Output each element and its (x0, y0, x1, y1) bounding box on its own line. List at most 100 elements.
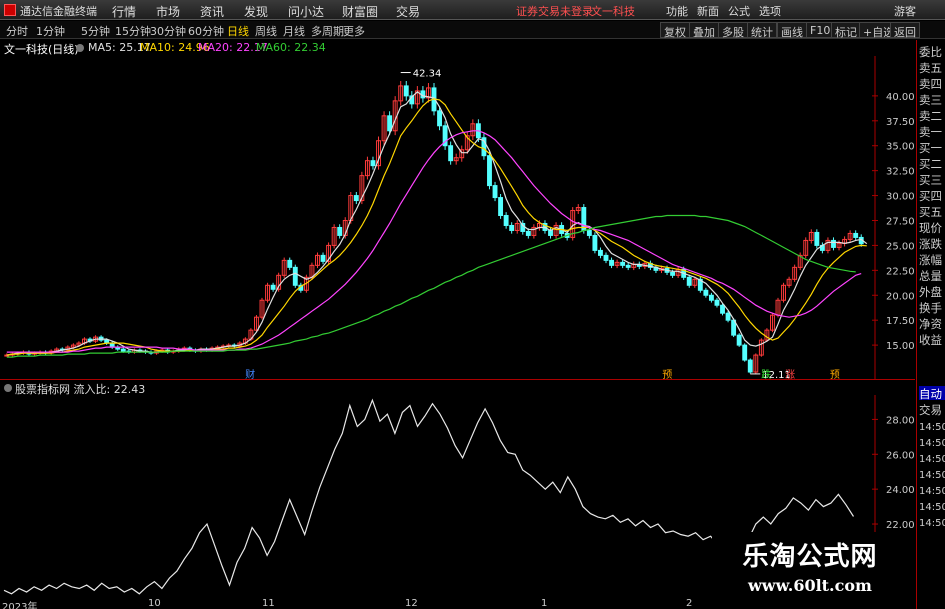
menu-new-page[interactable]: 新面 (697, 3, 719, 19)
overlay-button[interactable]: 叠加 (689, 22, 719, 39)
period-15min[interactable]: 15分钟 (115, 23, 151, 39)
period-monthly[interactable]: 月线 (283, 23, 305, 39)
menu-discover[interactable]: 发现 (244, 3, 268, 20)
app-logo-icon (4, 4, 16, 16)
period-more[interactable]: 更多 (343, 23, 365, 39)
period-30min[interactable]: 30分钟 (150, 23, 186, 39)
period-toolbar: 分时 1分钟 5分钟 15分钟 30分钟 60分钟 日线 周线 月线 多周期 更… (0, 21, 945, 39)
login-notice[interactable]: 证券交易未登录 (516, 3, 593, 19)
period-daily[interactable]: 日线 (227, 23, 249, 39)
statistics-button[interactable]: 统计 (747, 22, 777, 39)
candle-body (853, 232, 859, 238)
menu-options[interactable]: 选项 (759, 3, 781, 19)
y-tick-label: 20.00 (886, 291, 915, 302)
candle-body (720, 304, 725, 314)
quote-field[interactable]: 委比 (919, 44, 945, 58)
y-tick-label: 27.50 (886, 216, 915, 227)
y-tick-label: 32.50 (886, 167, 915, 178)
quote-field[interactable]: 买五 (919, 204, 945, 218)
ma60-label: MA60: 22.34 (256, 41, 326, 54)
y-tick-label: 24.00 (886, 485, 915, 496)
candle-body (503, 215, 509, 226)
y-tick-label: 37.50 (886, 117, 915, 128)
trade-time: 14:50 (919, 422, 945, 433)
quote-field[interactable]: 涨跌 (919, 236, 945, 250)
period-1min[interactable]: 1分钟 (36, 23, 65, 39)
period-intraday[interactable]: 分时 (6, 23, 28, 39)
trade-tab[interactable]: 交易 (919, 402, 945, 416)
quote-field[interactable]: 收益 (919, 332, 945, 346)
multi-stock-button[interactable]: 多股 (718, 22, 748, 39)
candle-body (592, 234, 598, 251)
settings-dot-icon[interactable] (76, 44, 84, 52)
quote-field[interactable]: 总量 (919, 268, 945, 282)
candle-body (487, 155, 492, 187)
menu-market[interactable]: 市场 (156, 3, 180, 20)
indicator-header: 股票指标网 流入比: 22.43 (0, 381, 915, 396)
quote-field[interactable]: 买三 (919, 172, 945, 186)
period-5min[interactable]: 5分钟 (81, 23, 110, 39)
period-weekly[interactable]: 周线 (255, 23, 277, 39)
quote-field[interactable]: 卖一 (919, 124, 945, 138)
indicator-settings-icon[interactable] (4, 384, 12, 392)
y-tick-label: 35.00 (886, 142, 915, 153)
back-button[interactable]: 返回 (890, 22, 920, 39)
candle-body (603, 254, 609, 261)
menu-ask[interactable]: 问小达 (288, 3, 324, 20)
menu-formula[interactable]: 公式 (728, 3, 750, 19)
quote-field[interactable]: 卖五 (919, 60, 945, 74)
guest-label[interactable]: 游客 (894, 3, 916, 19)
period-60min[interactable]: 60分钟 (188, 23, 224, 39)
candle-body (703, 289, 709, 296)
candle-body (437, 110, 442, 127)
trade-time: 14:50 (919, 454, 945, 465)
candle-body (670, 271, 676, 276)
trade-time: 14:50 (919, 438, 945, 449)
y-tick-label: 15.00 (886, 341, 915, 352)
y-tick-label: 22.50 (886, 266, 915, 277)
watermark-title: 乐淘公式网 (742, 542, 878, 572)
date-label: 12 (405, 598, 418, 609)
quote-field[interactable]: 买一 (919, 140, 945, 154)
candle-body (548, 229, 553, 236)
quote-field[interactable]: 涨幅 (919, 252, 945, 266)
candle-body (320, 254, 326, 262)
date-label: 11 (262, 598, 275, 609)
candle-body (525, 230, 531, 236)
date-label: 2023年 (2, 602, 38, 609)
candle-body (448, 145, 454, 162)
mark-button[interactable]: 标记 (831, 22, 861, 39)
candle-body (403, 85, 409, 97)
draw-line-button[interactable]: 画线 (777, 22, 807, 39)
watermark-url: www.60lt.com (748, 576, 872, 595)
candle-body (370, 160, 376, 167)
period-multi[interactable]: 多周期 (311, 23, 344, 39)
quote-field[interactable]: 外盘 (919, 284, 945, 298)
adjust-button[interactable]: 复权 (660, 22, 690, 39)
quote-field[interactable]: 卖二 (919, 108, 945, 122)
stock-tab[interactable]: 文一科技 (591, 3, 635, 19)
quote-field[interactable]: 卖四 (919, 76, 945, 90)
quote-field[interactable]: 换手 (919, 300, 945, 314)
quote-field[interactable]: 现价 (919, 220, 945, 234)
quote-field[interactable]: 买四 (919, 188, 945, 202)
candle-body (287, 259, 293, 268)
menu-wealth-circle[interactable]: 财富圈 (342, 3, 378, 20)
candle-body (625, 264, 631, 268)
trade-time: 14:50 (919, 518, 945, 529)
date-label: 2 (686, 598, 693, 609)
stock-name: 文一科技(日线) (4, 43, 79, 56)
menu-functions[interactable]: 功能 (666, 3, 688, 19)
menu-trade[interactable]: 交易 (396, 3, 420, 20)
menu-quotes[interactable]: 行情 (112, 3, 136, 20)
y-tick-label: 17.50 (886, 316, 915, 327)
quote-field[interactable]: 卖三 (919, 92, 945, 106)
kline-chart[interactable]: 15.00 17.50 20.00 22.50 25.00 27.50 30.00 32.50… (0, 56, 915, 380)
candle-body (609, 259, 614, 266)
quote-field[interactable]: 净资 (919, 316, 945, 330)
menu-news[interactable]: 资讯 (200, 3, 224, 20)
quote-field[interactable]: 买二 (919, 156, 945, 170)
auto-tab[interactable]: 自动 (919, 386, 945, 400)
y-tick-label: 30.00 (886, 192, 915, 203)
candle-body (292, 266, 298, 286)
